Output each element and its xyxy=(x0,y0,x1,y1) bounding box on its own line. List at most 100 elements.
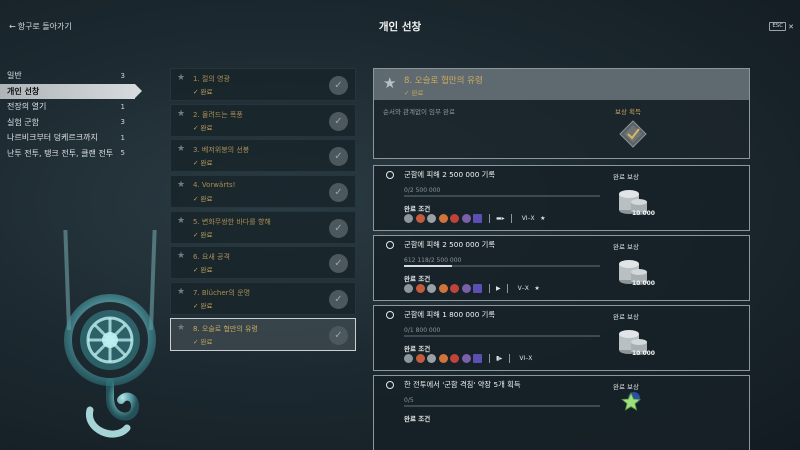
sidebar-item-general[interactable]: 일반 3 xyxy=(0,68,135,84)
cruiser-icon xyxy=(427,284,436,293)
reward-emblem-icon xyxy=(619,120,647,148)
mission-progress-bar xyxy=(404,405,600,407)
task-item-7[interactable]: ★ 7. Blücher의 운명 ✓ 완료 ✓ xyxy=(170,282,356,316)
battleship-icon xyxy=(438,354,448,363)
sidebar-item-label: 실험 군함 xyxy=(7,117,39,127)
divider xyxy=(488,354,490,363)
sidebar-item-count: 3 xyxy=(120,118,125,127)
reward-obtained-label: 보상 획득 xyxy=(615,108,641,116)
task-item-8[interactable]: ★ 8. 오슬로 협만의 유령 ✓ 완료 ✓ xyxy=(170,317,356,351)
reward-value: 10 000 xyxy=(632,280,655,287)
detail-description: 순서와 관계없이 임무 완료 xyxy=(383,108,455,116)
nation-icon xyxy=(404,214,413,223)
reward-value: 10 000 xyxy=(632,350,655,357)
mission-name: 한 전투에서 '군함 격침' 약장 5개 획득 xyxy=(404,380,521,389)
page-title: 개인 선창 xyxy=(378,21,422,33)
task-name: 7. Blücher의 운명 xyxy=(193,289,251,298)
radio-icon[interactable] xyxy=(386,171,394,179)
cruiser-icon xyxy=(427,214,436,223)
cruiser-icon xyxy=(427,354,436,363)
battleship-icon xyxy=(438,284,448,293)
detail-title: 8. 오슬로 협만의 유령 xyxy=(404,76,483,86)
tier-range: V–X xyxy=(517,285,529,292)
task-item-2[interactable]: ★ 2. 몰려드는 폭풍 ✓ 완료 ✓ xyxy=(170,103,356,137)
reward-value: 10 000 xyxy=(632,210,655,217)
pulley-hook-decoration xyxy=(63,230,157,438)
mission-card-2[interactable]: 군함에 피해 2 500 000 기록 612 118/2 500 000 완료… xyxy=(373,235,750,301)
radio-icon[interactable] xyxy=(386,381,394,389)
destroyer-icon xyxy=(415,214,425,223)
mission-progress-bar xyxy=(404,195,600,197)
condition-label: 완료 조건 xyxy=(404,275,431,283)
task-item-6[interactable]: ★ 6. 요새 공격 ✓ 완료 ✓ xyxy=(170,246,356,280)
sidebar-item-personal-dock[interactable]: 개인 선창 xyxy=(0,83,142,99)
task-detail-header: ★ 8. 오슬로 협만의 유령 ✓ 완료 순서와 관계없이 임무 완료 보상 획… xyxy=(373,68,750,159)
mission-card-4[interactable]: 한 전투에서 '군함 격침' 약장 5개 획득 0/5 완료 조건 완료 보상 xyxy=(373,375,750,450)
task-item-4[interactable]: ★ 4. Vorwärts! ✓ 완료 ✓ xyxy=(170,175,356,209)
task-status: ✓ 완료 xyxy=(193,337,213,346)
task-item-5[interactable]: ★ 5. 변화무쌍한 바다를 향해 ✓ 완료 ✓ xyxy=(170,210,356,244)
divider xyxy=(507,284,509,293)
detail-status: ✓ 완료 xyxy=(404,89,424,97)
carrier-icon xyxy=(450,354,459,363)
tier-range: VI–X xyxy=(521,215,535,222)
task-item-1[interactable]: ★ 1. 절의 영광 ✓ 완료 ✓ xyxy=(170,68,356,101)
task-status: ✓ 완료 xyxy=(193,123,213,132)
mission-progress-fill xyxy=(404,265,453,267)
nation-icon xyxy=(404,284,413,293)
divider xyxy=(488,214,490,223)
task-name: 5. 변화무쌍한 바다를 향해 xyxy=(193,217,271,226)
task-status: ✓ 완료 xyxy=(193,159,213,168)
condition-label: 완료 조건 xyxy=(404,205,431,213)
task-name: 3. 베저위붕의 선봉 xyxy=(193,146,250,155)
check-icon: ✓ xyxy=(329,254,348,274)
mission-progress-text: 612 118/2 500 000 xyxy=(404,257,462,264)
category-sidebar: 일반 3 개인 선창 전장의 열기 1 실험 군함 3 나르비크부터 덩케르크까… xyxy=(0,68,142,162)
star-icon: ★ xyxy=(177,287,186,298)
star-icon: ★ xyxy=(177,180,186,191)
star-icon: ★ xyxy=(177,251,186,262)
mission-name: 군함에 피해 2 500 000 기록 xyxy=(404,170,496,179)
sidebar-item-experimental-ships[interactable]: 실험 군함 3 xyxy=(0,115,135,131)
divider xyxy=(511,214,513,223)
carrier-icon xyxy=(450,284,459,293)
mission-progress-text: 0/2 500 000 xyxy=(404,187,441,194)
reward-label: 완료 보상 xyxy=(613,383,639,391)
mission-progress-text: 0/5 xyxy=(404,397,414,404)
sidebar-item-brawls-clan[interactable]: 난투 전투, 탱크 전투, 클랜 전투 5 xyxy=(0,146,135,162)
battleship-icon xyxy=(438,214,448,223)
radio-icon[interactable] xyxy=(386,311,394,319)
ship-class-icon: ▶ xyxy=(496,285,501,292)
mission-name: 군함에 피해 1 800 000 기록 xyxy=(404,310,496,319)
star-icon: ★ xyxy=(177,322,186,333)
task-status: ✓ 완료 xyxy=(193,195,213,204)
star-icon: ★ xyxy=(177,215,186,226)
sidebar-item-battle-heat[interactable]: 전장의 열기 1 xyxy=(0,99,135,115)
ship-class-icon: ▬▸ xyxy=(496,215,505,222)
close-button[interactable]: ESC ✕ xyxy=(769,22,794,31)
sidebar-item-label: 개인 선창 xyxy=(7,86,40,96)
sidebar-item-count: 1 xyxy=(120,133,125,142)
esc-key-hint: ESC xyxy=(769,22,787,31)
task-status: ✓ 완료 xyxy=(193,88,213,96)
premium-icon xyxy=(473,354,482,363)
mission-progress-text: 0/1 800 000 xyxy=(404,327,441,334)
condition-row: ▶ V–X ★ xyxy=(404,284,540,293)
radio-icon[interactable] xyxy=(386,241,394,249)
sidebar-item-narvik-dunkirk[interactable]: 나르비크부터 덩케르크까지 1 xyxy=(0,130,135,146)
mission-card-3[interactable]: 군함에 피해 1 800 000 기록 0/1 800 000 완료 조건 ▮▸… xyxy=(373,305,750,371)
nation-icon xyxy=(404,354,413,363)
task-status: ✓ 완료 xyxy=(193,302,213,311)
task-item-3[interactable]: ★ 3. 베저위붕의 선봉 ✓ 완료 ✓ xyxy=(170,139,356,173)
mission-card-1[interactable]: 군함에 피해 2 500 000 기록 0/2 500 000 완료 조건 ▬▸… xyxy=(373,165,750,231)
condition-label: 완료 조건 xyxy=(404,415,431,423)
submarine-icon xyxy=(461,354,471,363)
task-status: ✓ 완료 xyxy=(193,230,213,239)
check-icon: ✓ xyxy=(329,111,348,131)
submarine-icon xyxy=(461,214,471,223)
destroyer-icon xyxy=(415,284,425,293)
reward-label: 완료 보상 xyxy=(613,173,639,181)
premium-icon xyxy=(473,284,482,293)
condition-row: ▮▸ VI–X xyxy=(404,354,538,363)
reward-label: 완료 보상 xyxy=(613,313,639,321)
